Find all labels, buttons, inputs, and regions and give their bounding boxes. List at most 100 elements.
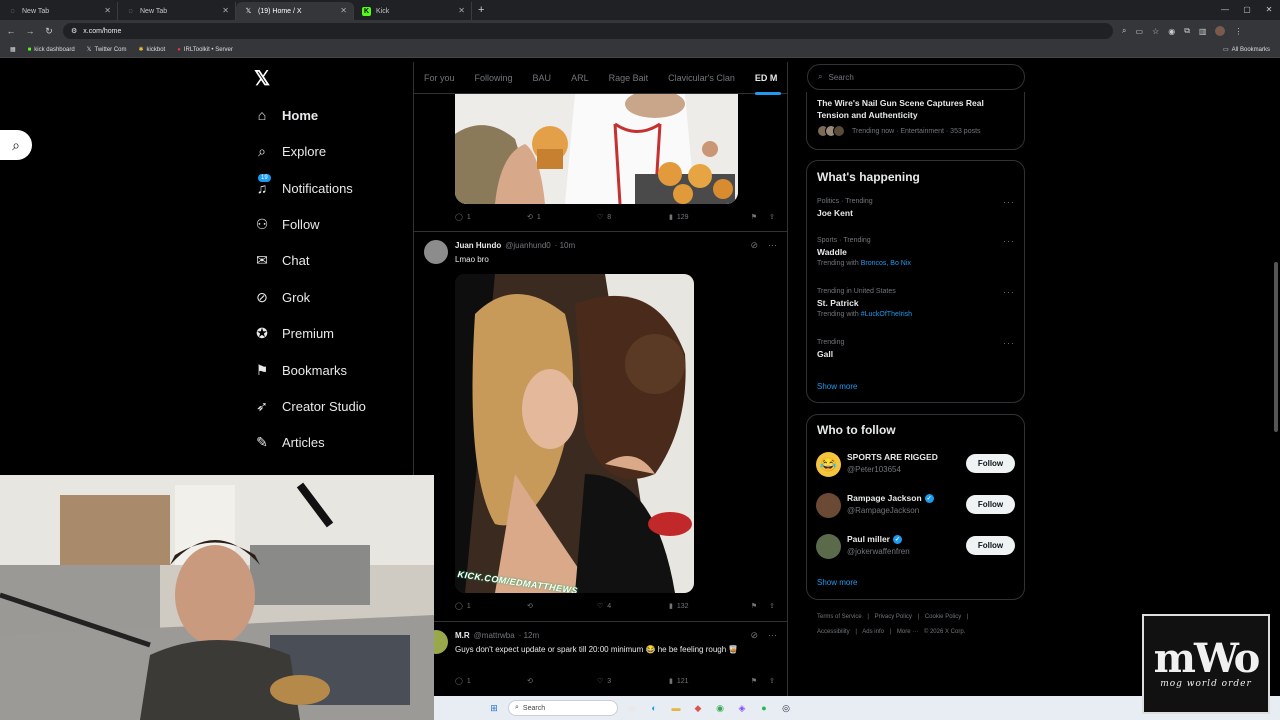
browser-tab-active[interactable]: 𝕏 (19) Home / X ✕	[236, 2, 354, 20]
follow-button[interactable]: Follow	[966, 495, 1015, 514]
nav-articles[interactable]: ✎ Articles	[254, 434, 325, 450]
steam-icon[interactable]: ◎	[778, 700, 794, 716]
author-name[interactable]: Juan Hundo	[455, 241, 501, 250]
bookmark-item[interactable]: 𝕏 Twitter Com	[87, 46, 127, 54]
file-explorer-icon[interactable]: ▬	[668, 700, 684, 716]
site-info-icon[interactable]: ⚙	[71, 27, 77, 35]
post-media-image[interactable]	[455, 94, 738, 204]
like-button[interactable]: ♡ 8	[597, 213, 669, 222]
bookmark-item[interactable]: ● IRLToolkit • Server	[177, 47, 233, 53]
cast-icon[interactable]: ▭	[1135, 27, 1143, 36]
sidebar-icon[interactable]: ▥	[1199, 27, 1207, 36]
author-handle[interactable]: @juanhund0	[505, 241, 551, 250]
forward-icon[interactable]: →	[25, 26, 35, 36]
post-media-video[interactable]: KICK.COM/EDMATTHEWS	[455, 274, 694, 593]
footer-link[interactable]: Terms of Service	[817, 614, 862, 620]
zoom-icon[interactable]: ⌕	[1122, 26, 1126, 36]
avatar[interactable]: 😂	[816, 452, 841, 477]
taskbar-search[interactable]: ⌕ Search	[508, 700, 618, 716]
avatar[interactable]	[816, 534, 841, 559]
repost-button[interactable]: ⟲	[527, 602, 597, 610]
bookmark-item[interactable]: ■ kick dashboard	[28, 47, 75, 53]
nav-explore[interactable]: ⌕ Explore	[254, 143, 326, 159]
post-time[interactable]: · 12m	[519, 631, 539, 640]
more-icon[interactable]: ···	[1003, 287, 1015, 297]
window-close-icon[interactable]: ✕	[1258, 0, 1280, 20]
zoom-tool-icon[interactable]: ⌕	[0, 130, 32, 160]
chrome-icon[interactable]: ◉	[712, 700, 728, 716]
tab-rage-bait[interactable]: Rage Bait	[609, 73, 649, 83]
more-icon[interactable]: ···	[768, 240, 777, 251]
share-icon[interactable]: ⇪	[769, 677, 775, 685]
top-trend-title[interactable]: The Wire's Nail Gun Scene Captures Real …	[817, 97, 1012, 121]
spotify-icon[interactable]: ●	[756, 700, 772, 716]
nav-follow[interactable]: ⚇ Follow	[254, 216, 320, 232]
x-logo-icon[interactable]: 𝕏	[254, 66, 270, 91]
views-button[interactable]: ▮ 129	[669, 213, 745, 222]
follow-button[interactable]: Follow	[966, 454, 1015, 473]
close-icon[interactable]: ✕	[458, 6, 465, 15]
tab-arl[interactable]: ARL	[571, 73, 589, 83]
url-field[interactable]: ⚙ x.com/home	[63, 23, 1113, 39]
more-icon[interactable]: ···	[1003, 236, 1015, 246]
avatar[interactable]	[816, 493, 841, 518]
like-button[interactable]: ♡ 3	[597, 677, 669, 686]
browser-tab[interactable]: ◌ New Tab ✕	[118, 2, 236, 20]
scrollbar[interactable]	[1272, 62, 1280, 720]
nav-creator-studio[interactable]: ➶ Creator Studio	[254, 398, 366, 414]
footer-link[interactable]: Accessibility	[817, 629, 850, 635]
post-time[interactable]: · 10m	[555, 241, 575, 250]
nav-bookmarks[interactable]: ⚑ Bookmarks	[254, 362, 347, 378]
app-icon[interactable]: ◈	[734, 700, 750, 716]
trend-with-links[interactable]: #LuckOfTheIrish	[861, 311, 912, 318]
browser-tab[interactable]: K Kick ✕	[354, 2, 472, 20]
follow-suggestion[interactable]: Paul miller ✓ @jokerwaffenfren Follow	[816, 532, 1016, 560]
close-icon[interactable]: ✕	[340, 6, 347, 15]
reload-icon[interactable]: ↻	[44, 26, 54, 37]
search-input[interactable]: ⌕ Search	[807, 64, 1025, 90]
views-button[interactable]: ▮ 132	[669, 602, 745, 611]
author-name[interactable]: M.R	[455, 631, 470, 640]
show-more-link[interactable]: Show more	[817, 382, 857, 391]
profile-icon[interactable]	[1215, 26, 1226, 36]
grok-icon[interactable]: ⊘	[750, 630, 758, 641]
task-view-icon[interactable]: ▣	[624, 700, 640, 716]
trend-item[interactable]: Trending Gall ···	[817, 338, 1017, 359]
views-button[interactable]: ▮ 121	[669, 677, 745, 686]
reply-button[interactable]: ◯ 1	[455, 677, 527, 686]
reply-button[interactable]: ◯ 1	[455, 213, 527, 222]
footer-link[interactable]: More ···	[897, 629, 918, 635]
all-bookmarks[interactable]: ▭ All Bookmarks	[1223, 46, 1270, 54]
back-icon[interactable]: ←	[6, 26, 16, 36]
follow-button[interactable]: Follow	[966, 536, 1015, 555]
maximize-icon[interactable]: ▢	[1236, 0, 1258, 20]
repost-button[interactable]: ⟲ 1	[527, 213, 597, 222]
nav-premium[interactable]: ✪ Premium	[254, 325, 334, 341]
avatar[interactable]	[424, 240, 448, 264]
like-button[interactable]: ♡ 4	[597, 602, 669, 611]
apps-icon[interactable]: ▦	[10, 46, 16, 53]
footer-link[interactable]: Ads info	[862, 629, 884, 635]
new-tab-icon[interactable]: +	[478, 4, 484, 16]
reply-button[interactable]: ◯ 1	[455, 602, 527, 611]
bookmark-icon[interactable]: ⚑	[751, 213, 757, 221]
nav-notifications[interactable]: ♫ 19 Notifications	[254, 174, 353, 196]
show-more-link[interactable]: Show more	[817, 578, 857, 587]
trend-item[interactable]: Politics · Trending Joe Kent ···	[817, 197, 1017, 218]
trend-item[interactable]: Sports · Trending Waddle Trending with B…	[817, 236, 1017, 267]
browser-tab[interactable]: ◌ New Tab ✕	[0, 2, 118, 20]
tab-bau[interactable]: BAU	[533, 73, 552, 83]
minimize-icon[interactable]: —	[1214, 0, 1236, 20]
star-icon[interactable]: ☆	[1152, 27, 1159, 36]
more-icon[interactable]: ···	[1003, 197, 1015, 207]
follow-suggestion[interactable]: Rampage Jackson ✓ @RampageJackson Follow	[816, 491, 1016, 519]
trend-with-links[interactable]: Broncos, Bo Nix	[861, 260, 911, 267]
nav-grok[interactable]: ⊘ Grok	[254, 289, 310, 305]
footer-link[interactable]: Privacy Policy	[875, 614, 912, 620]
trend-item[interactable]: Trending in United States St. Patrick Tr…	[817, 287, 1017, 318]
bookmark-item[interactable]: ✱ kickbot	[139, 46, 166, 54]
close-icon[interactable]: ✕	[104, 6, 111, 15]
nav-chat[interactable]: ✉ Chat	[254, 252, 309, 268]
scrollbar-thumb[interactable]	[1274, 262, 1278, 432]
share-icon[interactable]: ⇪	[769, 602, 775, 610]
